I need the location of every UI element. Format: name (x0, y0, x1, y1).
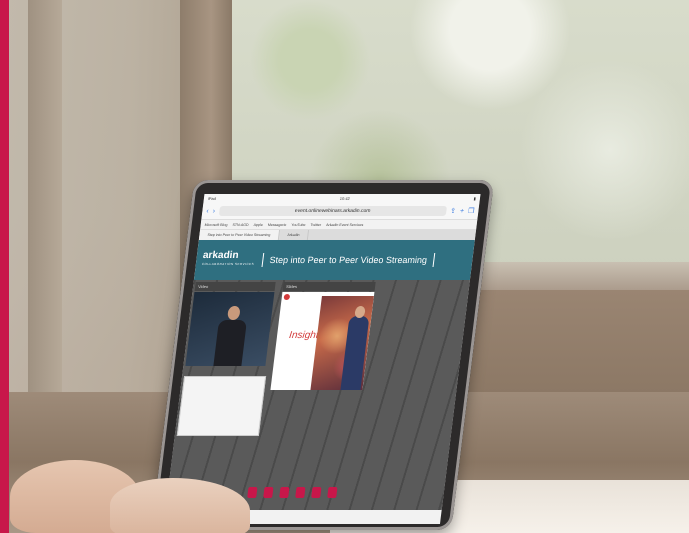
accent-bar (0, 0, 9, 533)
poll-icon[interactable] (295, 487, 306, 498)
status-time: 10:42 (339, 196, 351, 201)
tablet-screen: iPad 10:42 ▮ ‹ › event.onlinewebinars.ar… (163, 194, 481, 524)
tablet-bezel: iPad 10:42 ▮ ‹ › event.onlinewebinars.ar… (151, 180, 495, 530)
share-icon[interactable] (311, 487, 322, 498)
photo-scene: iPad 10:42 ▮ ‹ › event.onlinewebinars.ar… (0, 0, 689, 533)
bookmark-item[interactable]: Arkadin Event Services (326, 223, 364, 227)
slide-speaker (340, 316, 370, 390)
bookmark-item[interactable]: Messagerie (268, 223, 287, 227)
status-carrier: iPad (207, 196, 217, 201)
slide-photo (310, 296, 374, 390)
share-icon[interactable]: ⇪ (450, 207, 457, 215)
bookmarks-bar: Microsoft Blog STN-AGD Apple Messagerie … (200, 220, 478, 230)
add-tab-icon[interactable]: + (460, 208, 465, 215)
slide-viewer[interactable]: Insights (270, 292, 375, 390)
battery-icon: ▮ (473, 196, 477, 201)
presenter (213, 306, 248, 366)
chat-panel[interactable] (176, 376, 267, 436)
status-bar: iPad 10:42 ▮ (203, 194, 481, 203)
browser-toolbar: ‹ › event.onlinewebinars.arkadin.com ⇪ +… (201, 203, 480, 220)
slide-panel-label: Slides (285, 284, 298, 289)
webcast-banner: arkadin COLLABORATION SERVICES Step into… (193, 240, 475, 280)
presenter-suit (213, 320, 248, 366)
video-panel-label: Video (197, 284, 209, 289)
tabs-icon[interactable]: ❐ (468, 207, 475, 215)
wooden-post (28, 0, 62, 400)
tab-arkadin[interactable]: Arkadin (278, 230, 310, 240)
back-icon[interactable]: ‹ (206, 208, 209, 215)
slide-panel-header: Slides (282, 282, 376, 291)
bookmark-item[interactable]: YouTube (291, 223, 306, 227)
tab-webcast[interactable]: Step into Peer to Peer Video Streaming (198, 230, 280, 240)
logo-subtext: COLLABORATION SERVICES (201, 262, 255, 266)
document-icon[interactable] (263, 487, 274, 498)
video-player[interactable] (185, 292, 275, 366)
presenter-head (227, 306, 241, 320)
arkadin-logo: arkadin COLLABORATION SERVICES (201, 250, 255, 269)
help-icon[interactable] (327, 487, 338, 498)
browser-tabs: Step into Peer to Peer Video Streaming A… (198, 230, 477, 240)
url-field[interactable]: event.onlinewebinars.arkadin.com (218, 206, 447, 216)
chat-icon[interactable] (247, 487, 258, 498)
bookmark-item[interactable]: Apple (253, 223, 263, 227)
webcast-toolbar (247, 487, 338, 498)
video-panel-header: Video (194, 282, 276, 291)
bookmark-item[interactable]: Twitter (310, 223, 321, 227)
file-icon[interactable] (279, 487, 290, 498)
forward-icon[interactable]: › (212, 208, 215, 215)
bookmark-item[interactable]: STN-AGD (232, 223, 249, 227)
event-title: Step into Peer to Peer Video Streaming (261, 253, 435, 267)
record-icon (283, 294, 291, 300)
webcast-stage: Video Slides Insights (165, 280, 470, 510)
bookmark-item[interactable]: Microsoft Blog (204, 223, 227, 227)
